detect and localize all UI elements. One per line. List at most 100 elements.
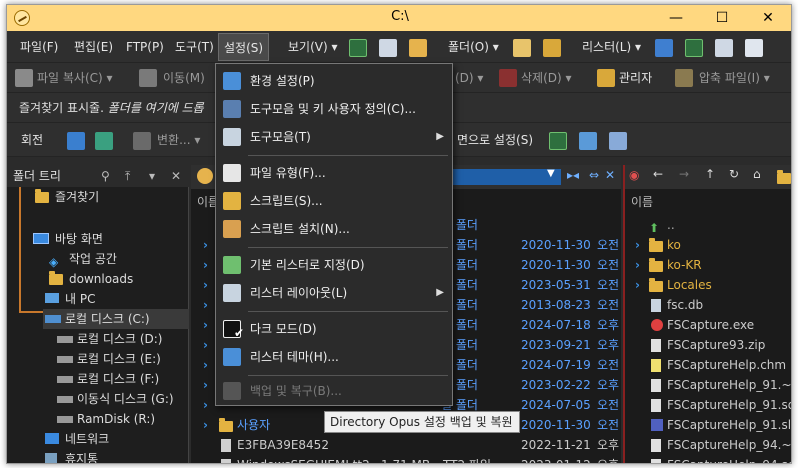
- menu-item-default-lister[interactable]: 기본 리스터로 지정(D): [216, 251, 452, 279]
- menu-ftp[interactable]: FTP(P): [121, 33, 169, 61]
- file-row[interactable]: FSCaptureHelp_94.sds: [625, 455, 791, 463]
- expand-icon[interactable]: ›: [203, 275, 208, 295]
- pane-nav-icon[interactable]: ▸◂: [567, 168, 579, 182]
- delete-button[interactable]: 삭제(D) ▾: [521, 65, 572, 91]
- expand-icon[interactable]: ›: [203, 355, 208, 375]
- file-row[interactable]: FSCaptureHelp_91.slp: [625, 415, 791, 435]
- compress-button[interactable]: 압축 파일(I) ▾: [699, 65, 770, 91]
- file-row[interactable]: FSCapture.exe: [625, 315, 791, 335]
- file-row[interactable]: FSCapture93.zip: [625, 335, 791, 355]
- folder-grid-icon[interactable]: [513, 39, 531, 57]
- back-icon[interactable]: ←: [653, 167, 663, 181]
- menu-item-customize[interactable]: 도구모음 및 키 사용자 정의(C)...: [216, 95, 452, 123]
- menu-tools[interactable]: 도구(T): [170, 33, 219, 61]
- view-thumbs-icon[interactable]: [409, 39, 427, 57]
- pane-swap-icon[interactable]: ⇔: [589, 168, 599, 182]
- lister-horizontal-icon[interactable]: [715, 39, 733, 57]
- menu-file[interactable]: 파일(F): [15, 33, 63, 61]
- path-dropdown-icon[interactable]: ▼: [547, 168, 555, 179]
- expand-icon[interactable]: ›: [203, 295, 208, 315]
- file-time: 오전: [597, 418, 620, 432]
- menu-settings[interactable]: 설정(S): [218, 33, 270, 61]
- menu-item-lister-layout[interactable]: 리스터 레이아웃(L) ▶: [216, 279, 452, 307]
- middle-path-field[interactable]: [443, 169, 561, 185]
- set-background-button[interactable]: 면으로 설정(S): [457, 127, 533, 153]
- lister-dual-icon[interactable]: [685, 39, 703, 57]
- menu-item-file-types[interactable]: 파일 유형(F)...: [216, 159, 452, 187]
- refresh-icon[interactable]: ↻: [729, 167, 739, 181]
- view-details-icon[interactable]: [349, 39, 367, 57]
- menu-edit[interactable]: 편집(E): [69, 33, 118, 61]
- column-name[interactable]: 이름: [631, 195, 653, 209]
- file-row[interactable]: fsc.db: [625, 295, 791, 315]
- file-row[interactable]: FSCaptureHelp_91.sds: [625, 395, 791, 415]
- rotate-left-icon[interactable]: [67, 132, 85, 150]
- file-row[interactable]: FSCaptureHelp.chm: [625, 355, 791, 375]
- desktop-wallpaper-icon[interactable]: [549, 132, 567, 150]
- forward-icon[interactable]: →: [679, 167, 689, 181]
- tree-pin-icon[interactable]: ▾: [149, 165, 155, 187]
- file-row[interactable]: › Locales: [625, 275, 791, 295]
- file-row[interactable]: FSCaptureHelp_94.~slp: [625, 435, 791, 455]
- copy-button[interactable]: 파일 복사(C) ▾: [37, 65, 113, 91]
- up-icon[interactable]: ↑: [705, 167, 715, 181]
- tree-search-icon[interactable]: ⚲: [101, 165, 110, 187]
- menu-item-scripts[interactable]: 스크립트(S)...: [216, 187, 452, 215]
- file-row[interactable]: › ko: [625, 235, 791, 255]
- gallery-icon[interactable]: [609, 132, 627, 150]
- backup-icon: [223, 382, 241, 400]
- expand-icon[interactable]: ›: [203, 335, 208, 355]
- scripts-icon: [223, 192, 241, 210]
- expand-icon[interactable]: ›: [203, 315, 208, 335]
- menu-view[interactable]: 보기(V) ▾: [283, 33, 343, 61]
- view-list-icon[interactable]: [379, 39, 397, 57]
- expand-icon[interactable]: ›: [203, 235, 208, 255]
- expand-icon[interactable]: ›: [635, 255, 640, 275]
- file-size: 1.71 MB: [381, 455, 430, 463]
- menu-item-lister-theme[interactable]: 리스터 테마(H)...: [216, 343, 452, 371]
- expand-icon[interactable]: ›: [203, 255, 208, 275]
- pane-close-icon[interactable]: ✕: [605, 168, 615, 182]
- menu-item-preferences[interactable]: 환경 설정(P): [216, 67, 452, 95]
- workspace-icon: ◈: [49, 255, 59, 269]
- favorites-label: 즐겨찾기 표시줄. 폴더를 여기에 드롭: [19, 101, 204, 115]
- admin-button[interactable]: 관리자: [619, 65, 652, 91]
- move-button[interactable]: 이동(M): [163, 65, 205, 91]
- tree-up-icon[interactable]: ⤒: [125, 165, 130, 187]
- submenu-arrow-icon: ▶: [436, 131, 444, 142]
- expand-icon[interactable]: ›: [203, 375, 208, 395]
- file-icon: [651, 459, 661, 463]
- file-row[interactable]: WindowsSEGUIEMJ.tt2 1.71 MB TT2 파일 2023-…: [191, 455, 621, 463]
- menu-item-dark-mode[interactable]: ✔ 다크 모드(D): [216, 315, 452, 343]
- tree-item-drive-c[interactable]: 로컬 디스크 (C:): [43, 309, 189, 329]
- rotate-right-icon[interactable]: [95, 132, 113, 150]
- convert-button[interactable]: 변환... ▾: [157, 127, 200, 153]
- file-row[interactable]: › ko-KR: [625, 255, 791, 275]
- menu-folder[interactable]: 폴더(O) ▾: [443, 33, 504, 61]
- maximize-button[interactable]: ☐: [699, 5, 745, 31]
- lister-tree-icon[interactable]: [745, 39, 763, 57]
- file-date: 2013-08-23: [521, 298, 591, 312]
- home-icon[interactable]: ⌂: [753, 167, 761, 181]
- path-folder-icon[interactable]: [777, 170, 791, 184]
- minimize-button[interactable]: —: [653, 5, 699, 31]
- file-row[interactable]: E3FBA39E8452 2022-11-21 오후: [191, 435, 621, 455]
- menu-item-backup[interactable]: 백업 및 복구(B)...: [216, 377, 452, 405]
- drop-button[interactable]: (D) ▾: [455, 65, 483, 91]
- expand-icon[interactable]: ›: [635, 235, 640, 255]
- file-row[interactable]: FSCaptureHelp_91.~slp: [625, 375, 791, 395]
- slideshow-icon[interactable]: [579, 132, 597, 150]
- close-button[interactable]: ✕: [745, 5, 791, 31]
- menu-separator: [248, 311, 448, 312]
- expand-icon[interactable]: ›: [203, 415, 208, 435]
- expand-icon[interactable]: ›: [203, 395, 208, 415]
- menu-item-install-script[interactable]: 스크립트 설치(N)...: [216, 215, 452, 243]
- install-script-icon: [223, 220, 241, 238]
- tree-close-icon[interactable]: ✕: [171, 165, 181, 187]
- lister-single-icon[interactable]: [655, 39, 673, 57]
- expand-icon[interactable]: ›: [635, 275, 640, 295]
- menu-item-toolbars[interactable]: 도구모음(T) ▶: [216, 123, 452, 151]
- file-row[interactable]: ⬆..: [625, 215, 791, 235]
- menu-lister[interactable]: 리스터(L) ▾: [577, 33, 646, 61]
- folder-split-icon[interactable]: [543, 39, 561, 57]
